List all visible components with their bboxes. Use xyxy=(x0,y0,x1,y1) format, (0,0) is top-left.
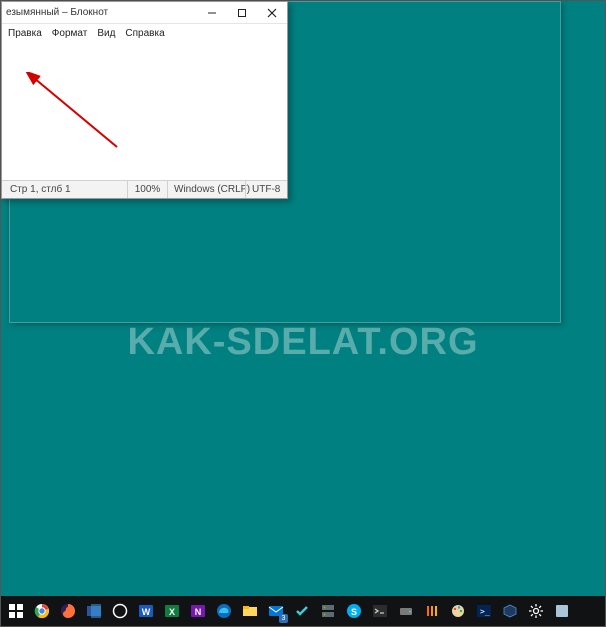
notepad-window: езымянный – Блокнот Правка Формат Вид Сп… xyxy=(1,1,288,199)
box-icon xyxy=(502,603,518,619)
app-icon xyxy=(554,603,570,619)
close-icon xyxy=(267,8,277,18)
watermark-text: KAK-SDELAT.ORG xyxy=(1,321,605,364)
word-icon xyxy=(86,603,102,619)
mail-badge: 3 xyxy=(279,614,288,623)
console-icon: >_ xyxy=(476,603,492,619)
menubar: Правка Формат Вид Справка xyxy=(2,24,287,42)
taskbar-box[interactable] xyxy=(497,598,523,624)
menu-edit[interactable]: Правка xyxy=(8,28,42,39)
menu-help[interactable]: Справка xyxy=(125,28,164,39)
svg-text:>_: >_ xyxy=(480,607,490,616)
maximize-icon xyxy=(237,8,247,18)
taskbar-console[interactable]: >_ xyxy=(471,598,497,624)
status-zoom: 100% xyxy=(127,181,167,198)
server-icon xyxy=(320,603,336,619)
taskbar-word-app[interactable]: W xyxy=(133,598,159,624)
status-line-ending: Windows (CRLF) xyxy=(167,181,245,198)
firefox-icon xyxy=(60,603,76,619)
settings-icon xyxy=(528,603,544,619)
svg-text:S: S xyxy=(351,607,357,617)
text-area[interactable] xyxy=(2,42,287,180)
menu-view[interactable]: Вид xyxy=(97,28,115,39)
taskbar-circle[interactable] xyxy=(107,598,133,624)
taskbar-word[interactable] xyxy=(81,598,107,624)
word-app-icon: W xyxy=(138,603,154,619)
minimize-button[interactable] xyxy=(197,2,227,23)
hdd-icon xyxy=(398,603,414,619)
terminal-icon xyxy=(372,603,388,619)
status-encoding: UTF-8 xyxy=(245,181,287,198)
taskbar-hdd[interactable] xyxy=(393,598,419,624)
taskbar-paint[interactable] xyxy=(445,598,471,624)
statusbar: Стр 1, стлб 1 100% Windows (CRLF) UTF-8 xyxy=(2,180,287,198)
explorer-icon xyxy=(242,603,258,619)
stack-icon xyxy=(424,603,440,619)
status-position: Стр 1, стлб 1 xyxy=(2,181,127,198)
taskbar-skype[interactable]: S xyxy=(341,598,367,624)
start-button[interactable] xyxy=(3,598,29,624)
taskbar-server[interactable] xyxy=(315,598,341,624)
svg-text:W: W xyxy=(142,607,151,617)
circle-icon xyxy=(112,603,128,619)
titlebar[interactable]: езымянный – Блокнот xyxy=(2,2,287,24)
close-button[interactable] xyxy=(257,2,287,23)
onenote-icon: N xyxy=(190,603,206,619)
taskbar-firefox[interactable] xyxy=(55,598,81,624)
maximize-button[interactable] xyxy=(227,2,257,23)
svg-text:N: N xyxy=(195,607,202,617)
menu-format[interactable]: Формат xyxy=(52,28,88,39)
taskbar-explorer[interactable] xyxy=(237,598,263,624)
excel-icon: X xyxy=(164,603,180,619)
taskbar-chrome[interactable] xyxy=(29,598,55,624)
taskbar-todo[interactable] xyxy=(289,598,315,624)
taskbar-onenote[interactable]: N xyxy=(185,598,211,624)
taskbar-terminal[interactable] xyxy=(367,598,393,624)
edge-icon xyxy=(216,603,232,619)
start-icon xyxy=(9,604,23,618)
window-controls xyxy=(197,2,287,23)
taskbar-app[interactable] xyxy=(549,598,575,624)
chrome-icon xyxy=(34,603,50,619)
window-title: езымянный – Блокнот xyxy=(6,7,197,18)
taskbar-excel[interactable]: X xyxy=(159,598,185,624)
taskbar-settings[interactable] xyxy=(523,598,549,624)
paint-icon xyxy=(450,603,466,619)
skype-icon: S xyxy=(346,603,362,619)
taskbar-mail[interactable]: 3 xyxy=(263,598,289,624)
svg-text:X: X xyxy=(169,607,175,617)
todo-icon xyxy=(294,603,310,619)
taskbar-stack[interactable] xyxy=(419,598,445,624)
arrow-annotation xyxy=(22,72,142,172)
taskbar: W X N 3 S >_ xyxy=(1,596,605,626)
taskbar-edge[interactable] xyxy=(211,598,237,624)
minimize-icon xyxy=(207,8,217,18)
